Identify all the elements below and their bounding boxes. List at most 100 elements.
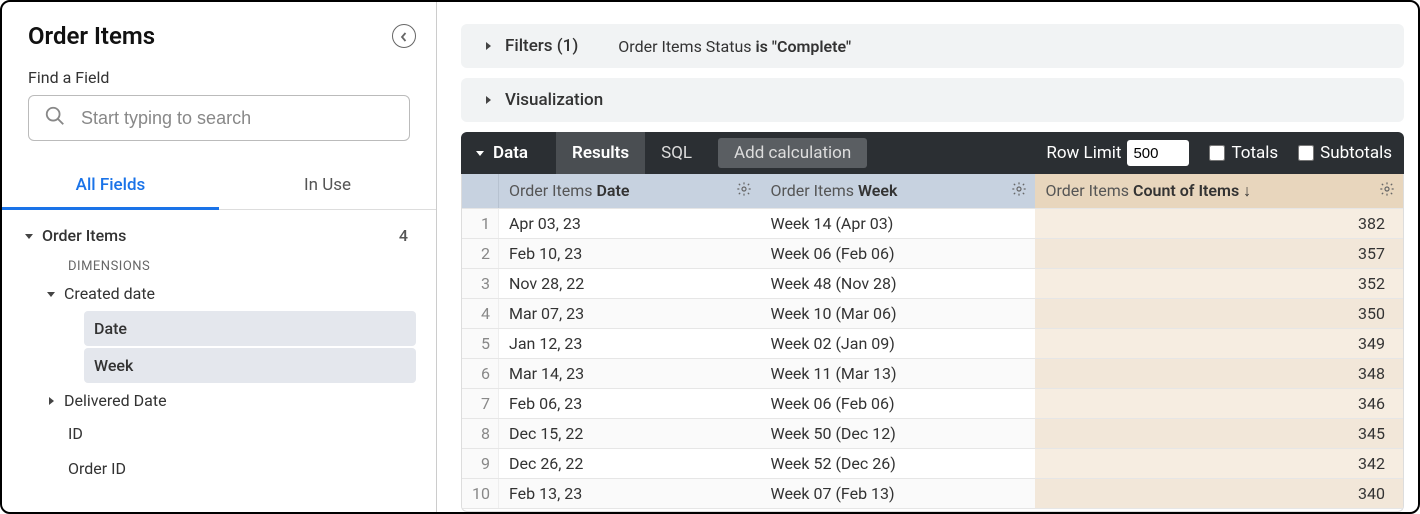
filters-panel[interactable]: Filters (1) Order Items Status is "Compl… — [461, 24, 1404, 68]
results-table-wrapper: Order Items Date Order Items Week — [461, 174, 1404, 512]
results-table: Order Items Date Order Items Week — [462, 174, 1403, 509]
tree-group-order-items[interactable]: Order Items 4 — [22, 220, 416, 251]
gear-icon[interactable] — [1379, 181, 1395, 201]
visualization-label: Visualization — [505, 90, 603, 110]
cell-count[interactable]: 345 — [1035, 418, 1403, 448]
totals-checkbox-input[interactable] — [1209, 145, 1225, 161]
cell-date[interactable]: Feb 10, 23 — [498, 238, 760, 268]
subtotals-checkbox[interactable]: Subtotals — [1298, 143, 1392, 163]
column-header-week[interactable]: Order Items Week — [760, 174, 1035, 208]
cell-week[interactable]: Week 07 (Feb 13) — [760, 478, 1035, 508]
cell-date[interactable]: Jan 12, 23 — [498, 328, 760, 358]
cell-week[interactable]: Week 10 (Mar 06) — [760, 298, 1035, 328]
gear-icon[interactable] — [1011, 181, 1027, 201]
totals-checkbox[interactable]: Totals — [1209, 143, 1278, 163]
field-date[interactable]: Date — [84, 311, 416, 346]
table-row: 8Dec 15, 22Week 50 (Dec 12)345 — [462, 418, 1403, 448]
main-panel: Filters (1) Order Items Status is "Compl… — [437, 2, 1418, 512]
cell-date[interactable]: Feb 13, 23 — [498, 478, 760, 508]
column-header-prefix: Order Items — [1045, 181, 1133, 200]
find-field-label: Find a Field — [22, 68, 416, 87]
totals-label: Totals — [1231, 143, 1278, 163]
field-tree: Order Items 4 DIMENSIONS Created date Da… — [22, 220, 416, 512]
row-number: 10 — [462, 478, 498, 508]
cell-count[interactable]: 342 — [1035, 448, 1403, 478]
column-header-count[interactable]: Order Items Count of Items↓ — [1035, 174, 1403, 208]
cell-week[interactable]: Week 06 (Feb 06) — [760, 388, 1035, 418]
dimensions-label: DIMENSIONS — [22, 251, 416, 278]
column-header-strong: Date — [597, 181, 630, 200]
cell-date[interactable]: Nov 28, 22 — [498, 268, 760, 298]
cell-count[interactable]: 349 — [1035, 328, 1403, 358]
subtotals-checkbox-input[interactable] — [1298, 145, 1314, 161]
tab-results[interactable]: Results — [556, 132, 645, 174]
tree-item-created-date[interactable]: Created date — [22, 278, 416, 309]
filters-summary-prefix: Order Items Status — [618, 37, 755, 56]
tree-item-delivered-date[interactable]: Delivered Date — [22, 385, 416, 416]
caret-right-icon — [481, 41, 495, 51]
cell-week[interactable]: Week 52 (Dec 26) — [760, 448, 1035, 478]
cell-count[interactable]: 348 — [1035, 358, 1403, 388]
subtotals-label: Subtotals — [1320, 143, 1392, 163]
cell-date[interactable]: Apr 03, 23 — [498, 208, 760, 238]
cell-week[interactable]: Week 06 (Feb 06) — [760, 238, 1035, 268]
field-tabs: All Fields In Use — [2, 161, 436, 210]
caret-down-icon — [44, 289, 58, 299]
cell-date[interactable]: Mar 14, 23 — [498, 358, 760, 388]
column-header-prefix: Order Items — [770, 181, 858, 200]
caret-down-icon — [22, 231, 36, 241]
data-bar: Data Results SQL Add calculation Row Lim… — [461, 132, 1404, 174]
row-number: 6 — [462, 358, 498, 388]
data-tab-label: Data — [493, 132, 556, 174]
tree-group-label: Order Items — [42, 226, 126, 245]
add-calculation-button[interactable]: Add calculation — [718, 138, 867, 168]
tree-group-count: 4 — [399, 226, 416, 245]
table-row: 3Nov 28, 22Week 48 (Nov 28)352 — [462, 268, 1403, 298]
field-week[interactable]: Week — [84, 348, 416, 383]
field-order-id[interactable]: Order ID — [22, 451, 416, 486]
row-number: 2 — [462, 238, 498, 268]
table-row: 1Apr 03, 23Week 14 (Apr 03)382 — [462, 208, 1403, 238]
cell-week[interactable]: Week 48 (Nov 28) — [760, 268, 1035, 298]
cell-count[interactable]: 382 — [1035, 208, 1403, 238]
table-row: 5Jan 12, 23Week 02 (Jan 09)349 — [462, 328, 1403, 358]
search-input[interactable] — [28, 95, 410, 141]
cell-date[interactable]: Mar 07, 23 — [498, 298, 760, 328]
row-limit-input[interactable] — [1127, 140, 1189, 166]
row-number: 1 — [462, 208, 498, 238]
row-number: 9 — [462, 448, 498, 478]
cell-date[interactable]: Dec 15, 22 — [498, 418, 760, 448]
cell-week[interactable]: Week 14 (Apr 03) — [760, 208, 1035, 238]
field-picker-sidebar: Order Items Find a Field All Fields In U… — [2, 2, 437, 512]
cell-date[interactable]: Feb 06, 23 — [498, 388, 760, 418]
row-number: 7 — [462, 388, 498, 418]
cell-date[interactable]: Dec 26, 22 — [498, 448, 760, 478]
gear-icon[interactable] — [736, 181, 752, 201]
caret-right-icon — [44, 396, 58, 406]
filters-label: Filters (1) — [505, 36, 578, 56]
cell-count[interactable]: 340 — [1035, 478, 1403, 508]
table-row: 4Mar 07, 23Week 10 (Mar 06)350 — [462, 298, 1403, 328]
cell-count[interactable]: 346 — [1035, 388, 1403, 418]
row-number: 5 — [462, 328, 498, 358]
search-icon — [44, 105, 66, 131]
cell-count[interactable]: 357 — [1035, 238, 1403, 268]
table-row: 7Feb 06, 23Week 06 (Feb 06)346 — [462, 388, 1403, 418]
tab-all-fields[interactable]: All Fields — [2, 161, 219, 209]
caret-down-icon[interactable] — [469, 148, 493, 158]
cell-week[interactable]: Week 02 (Jan 09) — [760, 328, 1035, 358]
cell-count[interactable]: 350 — [1035, 298, 1403, 328]
cell-week[interactable]: Week 11 (Mar 13) — [760, 358, 1035, 388]
tab-in-use[interactable]: In Use — [219, 161, 436, 209]
caret-right-icon — [481, 95, 495, 105]
column-header-date[interactable]: Order Items Date — [498, 174, 760, 208]
cell-count[interactable]: 352 — [1035, 268, 1403, 298]
cell-week[interactable]: Week 50 (Dec 12) — [760, 418, 1035, 448]
row-number: 3 — [462, 268, 498, 298]
tab-sql[interactable]: SQL — [645, 132, 708, 174]
row-number: 4 — [462, 298, 498, 328]
visualization-panel[interactable]: Visualization — [461, 78, 1404, 122]
collapse-sidebar-button[interactable] — [392, 24, 416, 48]
field-id[interactable]: ID — [22, 416, 416, 451]
column-header-strong: Count of Items — [1133, 181, 1239, 200]
